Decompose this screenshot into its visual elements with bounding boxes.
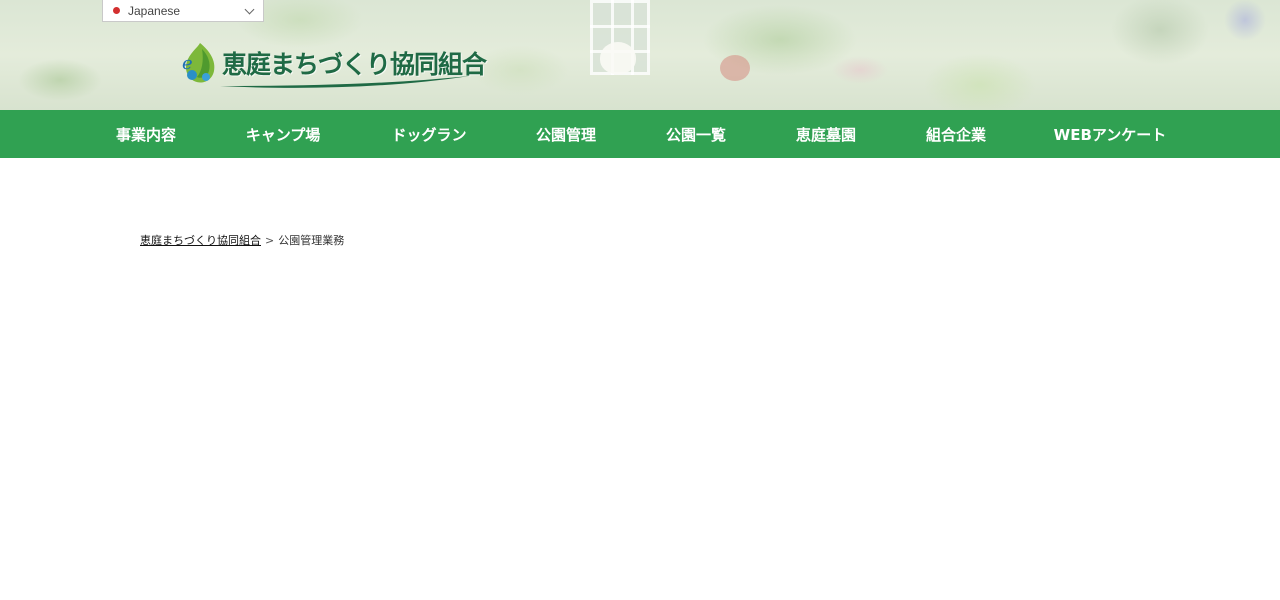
breadcrumb-current: 公園管理業務 bbox=[278, 234, 345, 247]
breadcrumb-separator: > bbox=[265, 233, 275, 247]
nav-item-park-management[interactable]: 公園管理 bbox=[514, 110, 618, 158]
breadcrumb-home-link[interactable]: 恵庭まちづくり協同組合 bbox=[140, 232, 261, 248]
nav-item-campground[interactable]: キャンプ場 bbox=[225, 110, 341, 158]
logo-swoosh-icon bbox=[220, 76, 470, 88]
main-nav: 事業内容 キャンプ場 ドッグラン 公園管理 公園一覧 恵庭墓園 組合企業 WEB… bbox=[0, 110, 1280, 158]
site-logo[interactable]: e 恵庭まちづくり協同組合 bbox=[180, 36, 487, 90]
chevron-down-icon bbox=[244, 4, 255, 14]
banner-pot-image bbox=[720, 55, 750, 81]
banner-vase-image bbox=[600, 42, 636, 74]
nav-item-dogrun[interactable]: ドッグラン bbox=[370, 110, 488, 158]
language-selector[interactable]: Japanese bbox=[102, 0, 264, 22]
nav-item-member-companies[interactable]: 組合企業 bbox=[904, 110, 1008, 158]
logo-mark-icon: e bbox=[180, 41, 220, 85]
nav-item-cemetery[interactable]: 恵庭墓園 bbox=[774, 110, 878, 158]
nav-item-business[interactable]: 事業内容 bbox=[90, 110, 202, 158]
japan-flag-icon bbox=[113, 7, 120, 14]
nav-item-park-list[interactable]: 公園一覧 bbox=[644, 110, 748, 158]
nav-item-web-survey[interactable]: WEBアンケート bbox=[1036, 110, 1184, 158]
svg-text:e: e bbox=[182, 53, 193, 74]
breadcrumb: 恵庭まちづくり協同組合 > 公園管理業務 bbox=[140, 232, 344, 248]
language-label: Japanese bbox=[128, 3, 181, 18]
